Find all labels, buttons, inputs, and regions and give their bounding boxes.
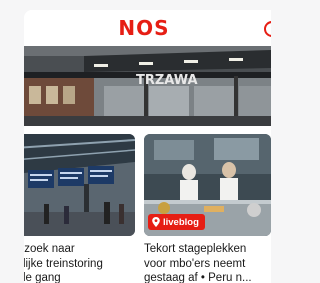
article-card[interactable]: liveblog Tekort stageplekken voor mbo'er… bbox=[144, 134, 271, 283]
badge-label: liveblog bbox=[163, 216, 199, 228]
app-screen: NOS TRZAWA zoek naar ijke treinstoring l… bbox=[24, 10, 271, 283]
article-title[interactable]: Tekort stageplekken voor mbo'ers neemt g… bbox=[144, 242, 271, 283]
station-platform-photo: TRZAWA bbox=[24, 46, 271, 126]
nos-logo[interactable]: NOS bbox=[114, 16, 174, 40]
app-header: NOS bbox=[24, 10, 271, 46]
liveblog-badge: liveblog bbox=[148, 214, 205, 230]
location-pin-icon bbox=[152, 217, 160, 227]
article-card[interactable]: erzoek naar lelijke treinstoring olle ga… bbox=[24, 134, 135, 283]
article-title[interactable]: erzoek naar lelijke treinstoring olle ga… bbox=[24, 242, 135, 283]
station-sign: TRZAWA bbox=[136, 73, 198, 88]
hero-article-image[interactable]: TRZAWA bbox=[24, 46, 271, 126]
train-station-departure-boards-photo bbox=[24, 134, 135, 236]
circle-icon[interactable] bbox=[263, 20, 271, 38]
